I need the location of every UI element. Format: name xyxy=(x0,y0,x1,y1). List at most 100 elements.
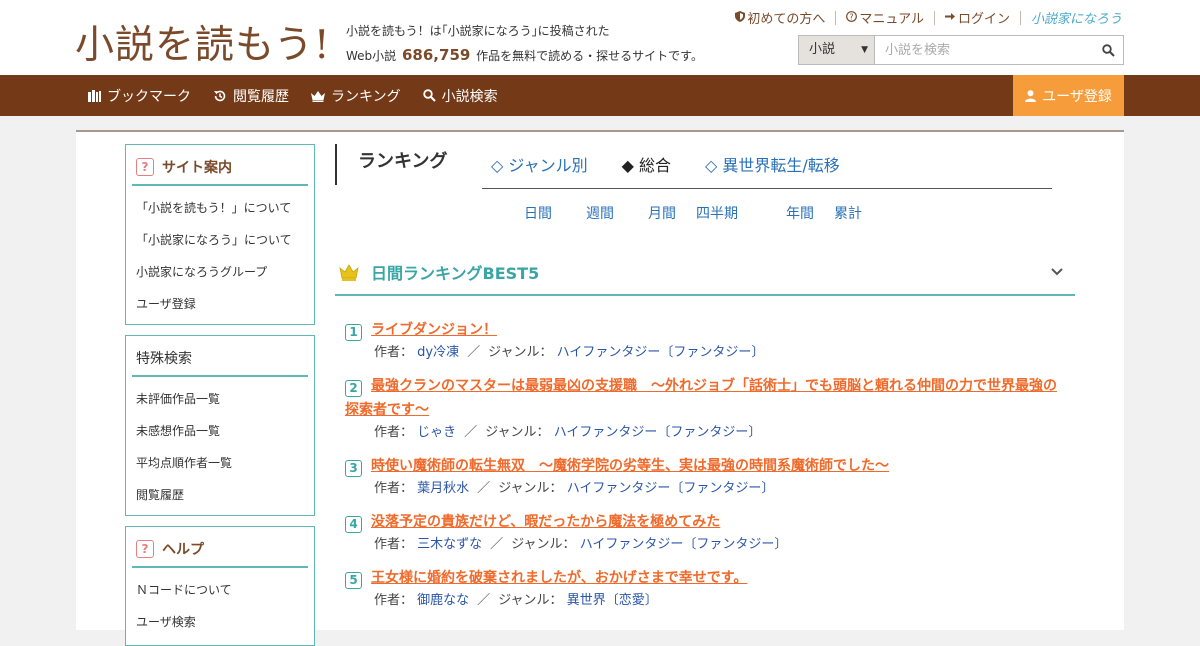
daily-ranking-title: 日間ランキングBEST5 xyxy=(371,264,540,283)
manual-label: マニュアル xyxy=(859,12,924,27)
sidebar-item-narou-group[interactable]: 小説家になろうグループ xyxy=(126,256,314,288)
search-input[interactable] xyxy=(875,36,1093,64)
narou-logo[interactable]: 小説家になろう xyxy=(1031,8,1122,27)
genre-link[interactable]: ハイファンタジー〔ファンタジー〕 xyxy=(557,345,765,360)
ranking-divider xyxy=(482,188,1052,189)
novel-title-link[interactable]: 最強クランのマスターは最弱最凶の支援職 ～外れジョブ「話術士」でも頭脳と頼れる仲… xyxy=(345,378,1057,418)
novel-title-link[interactable]: ライブダンジョン！ xyxy=(371,322,497,338)
period-yearly[interactable]: 年間 xyxy=(786,203,834,223)
nav-history[interactable]: 閲覧履歴 xyxy=(213,86,289,106)
search-button[interactable] xyxy=(1093,36,1123,64)
sidebar-item-unrated[interactable]: 未評価作品一覧 xyxy=(126,383,314,415)
author-label: 作者： xyxy=(374,593,414,608)
login-label: ログイン xyxy=(957,12,1010,27)
caret-down-icon: ▼ xyxy=(861,45,868,55)
sidebar-item-history[interactable]: 閲覧履歴 xyxy=(126,479,314,511)
sidebar-item-about-narou[interactable]: 「小説家になろう」について xyxy=(126,224,314,256)
sidebar-item-user-search[interactable]: ユーザ検索 xyxy=(126,606,314,638)
link-divider xyxy=(1019,10,1021,25)
special-search-box: 特殊検索 未評価作品一覧 未感想作品一覧 平均点順作者一覧 閲覧履歴 xyxy=(125,335,315,516)
site-guide-header: ? サイト案内 xyxy=(132,150,308,186)
novel-title-link[interactable]: 時使い魔術師の転生無双 ～魔術学院の劣等生、実は最強の時間系魔術師でした～ xyxy=(371,458,889,474)
tab-overall[interactable]: ◆ 総合 xyxy=(622,152,671,176)
rank-number-badge: 1 xyxy=(345,323,362,341)
register-button[interactable]: ユーザ登録 xyxy=(1013,75,1124,116)
sidebar-item-ncode[interactable]: Ｎコードについて xyxy=(126,574,314,606)
svg-text:?: ? xyxy=(850,12,854,21)
novel-title-link[interactable]: 王女様に婚約を破棄されましたが、おかげさまで幸せです。 xyxy=(371,570,747,586)
search-category-value: 小説 xyxy=(809,42,836,57)
site-header: 小説を読もう! 小説を読もう！は｢小説家になろう｣に投稿された Web小説 68… xyxy=(0,0,1200,75)
ranking-entry: 3 時使い魔術師の転生無双 ～魔術学院の劣等生、実は最強の時間系魔術師でした～ 作… xyxy=(345,454,1067,500)
genre-link[interactable]: ハイファンタジー〔ファンタジー〕 xyxy=(554,425,762,440)
help-box: ? ヘルプ Ｎコードについて ユーザ検索 xyxy=(125,526,315,646)
period-daily[interactable]: 日間 xyxy=(524,203,586,223)
beginners-link[interactable]: 初めての方へ xyxy=(735,8,825,27)
special-search-header: 特殊検索 xyxy=(132,341,308,377)
tab-isekai[interactable]: ◇ 異世界転生/転移 xyxy=(705,152,840,176)
login-icon xyxy=(944,11,956,25)
tagline-prefix: Web小説 xyxy=(346,49,397,63)
genre-link[interactable]: 異世界〔恋愛〕 xyxy=(567,593,658,608)
nav-ranking-label: ランキング xyxy=(331,88,401,105)
search-category-select[interactable]: 小説 ▼ xyxy=(799,36,875,64)
author-label: 作者： xyxy=(374,425,414,440)
crown-icon xyxy=(311,90,325,102)
rank-number-badge: 5 xyxy=(345,571,362,589)
author-link[interactable]: 葉月秋水 xyxy=(417,481,469,496)
help-title: ヘルプ xyxy=(162,542,204,558)
tab-genre[interactable]: ◇ ジャンル別 xyxy=(491,152,588,176)
genre-label: ジャンル： xyxy=(485,425,550,440)
sidebar-item-no-reviews[interactable]: 未感想作品一覧 xyxy=(126,415,314,447)
nav-history-label: 閲覧履歴 xyxy=(233,88,289,105)
search-icon xyxy=(422,89,436,102)
rank-number-badge: 3 xyxy=(345,459,362,477)
period-monthly[interactable]: 月間 xyxy=(648,203,696,223)
novel-title-link[interactable]: 没落予定の貴族だけど、暇だったから魔法を極めてみた xyxy=(371,514,720,530)
manual-link[interactable]: ? マニュアル xyxy=(846,8,924,27)
user-icon xyxy=(1025,89,1037,102)
beginners-label: 初めての方へ xyxy=(747,12,826,27)
ranking-entry: 5 王女様に婚約を破棄されましたが、おかげさまで幸せです。 作者： 御鹿なな／ジャ… xyxy=(345,566,1067,612)
history-icon xyxy=(214,90,226,101)
nav-ranking[interactable]: ランキング xyxy=(311,86,401,106)
tagline-line2: Web小説 686,759 作品を無料で読める・探せるサイトです。 xyxy=(346,43,703,68)
genre-label: ジャンル： xyxy=(488,345,553,360)
genre-link[interactable]: ハイファンタジー〔ファンタジー〕 xyxy=(580,537,788,552)
author-label: 作者： xyxy=(374,345,414,360)
nav-bookmark[interactable]: ブックマーク xyxy=(88,86,191,106)
chevron-down-icon[interactable] xyxy=(1051,264,1063,280)
question-icon: ? xyxy=(136,158,154,176)
link-divider xyxy=(933,10,935,25)
nav-search-label: 小説検索 xyxy=(441,88,498,105)
period-tabs: 日間 週間 月間 四半期 年間 累計 xyxy=(524,203,862,223)
work-count: 686,759 xyxy=(402,46,471,64)
sidebar-item-author-average[interactable]: 平均点順作者一覧 xyxy=(126,447,314,479)
author-link[interactable]: じゃき xyxy=(417,425,456,440)
author-link[interactable]: 御鹿なな xyxy=(417,593,469,608)
top-links: 初めての方へ ? マニュアル ログイン 小説家になろう xyxy=(735,8,1122,27)
author-link[interactable]: 三木なずな xyxy=(417,537,482,552)
sidebar-item-about-yomou[interactable]: 「小説を読もう！」について xyxy=(126,192,314,224)
daily-ranking-header: 日間ランキングBEST5 xyxy=(335,250,1075,296)
login-link[interactable]: ログイン xyxy=(944,8,1010,27)
sidebar-item-user-register[interactable]: ユーザ登録 xyxy=(126,288,314,320)
genre-label: ジャンル： xyxy=(498,481,563,496)
help-header: ? ヘルプ xyxy=(132,532,308,568)
genre-link[interactable]: ハイファンタジー〔ファンタジー〕 xyxy=(567,481,775,496)
period-weekly[interactable]: 週間 xyxy=(586,203,648,223)
author-link[interactable]: dy冷凍 xyxy=(417,345,459,360)
books-icon xyxy=(88,89,101,102)
link-divider xyxy=(835,10,837,25)
nav-search[interactable]: 小説検索 xyxy=(422,86,498,106)
genre-label: ジャンル： xyxy=(498,593,563,608)
search-icon xyxy=(1101,43,1115,57)
period-quarterly[interactable]: 四半期 xyxy=(696,203,786,223)
rank-number-badge: 2 xyxy=(345,379,362,397)
site-logo[interactable]: 小説を読もう! xyxy=(75,14,331,70)
ranking-entry: 1 ライブダンジョン！ 作者： dy冷凍／ジャンル： ハイファンタジー〔ファンタジ… xyxy=(345,318,1067,364)
ranking-title: ランキング xyxy=(335,144,447,185)
ranking-entry: 2 最強クランのマスターは最弱最凶の支援職 ～外れジョブ「話術士」でも頭脳と頼れる… xyxy=(345,378,1057,440)
period-cumulative[interactable]: 累計 xyxy=(834,203,862,223)
special-search-title: 特殊検索 xyxy=(136,351,192,367)
